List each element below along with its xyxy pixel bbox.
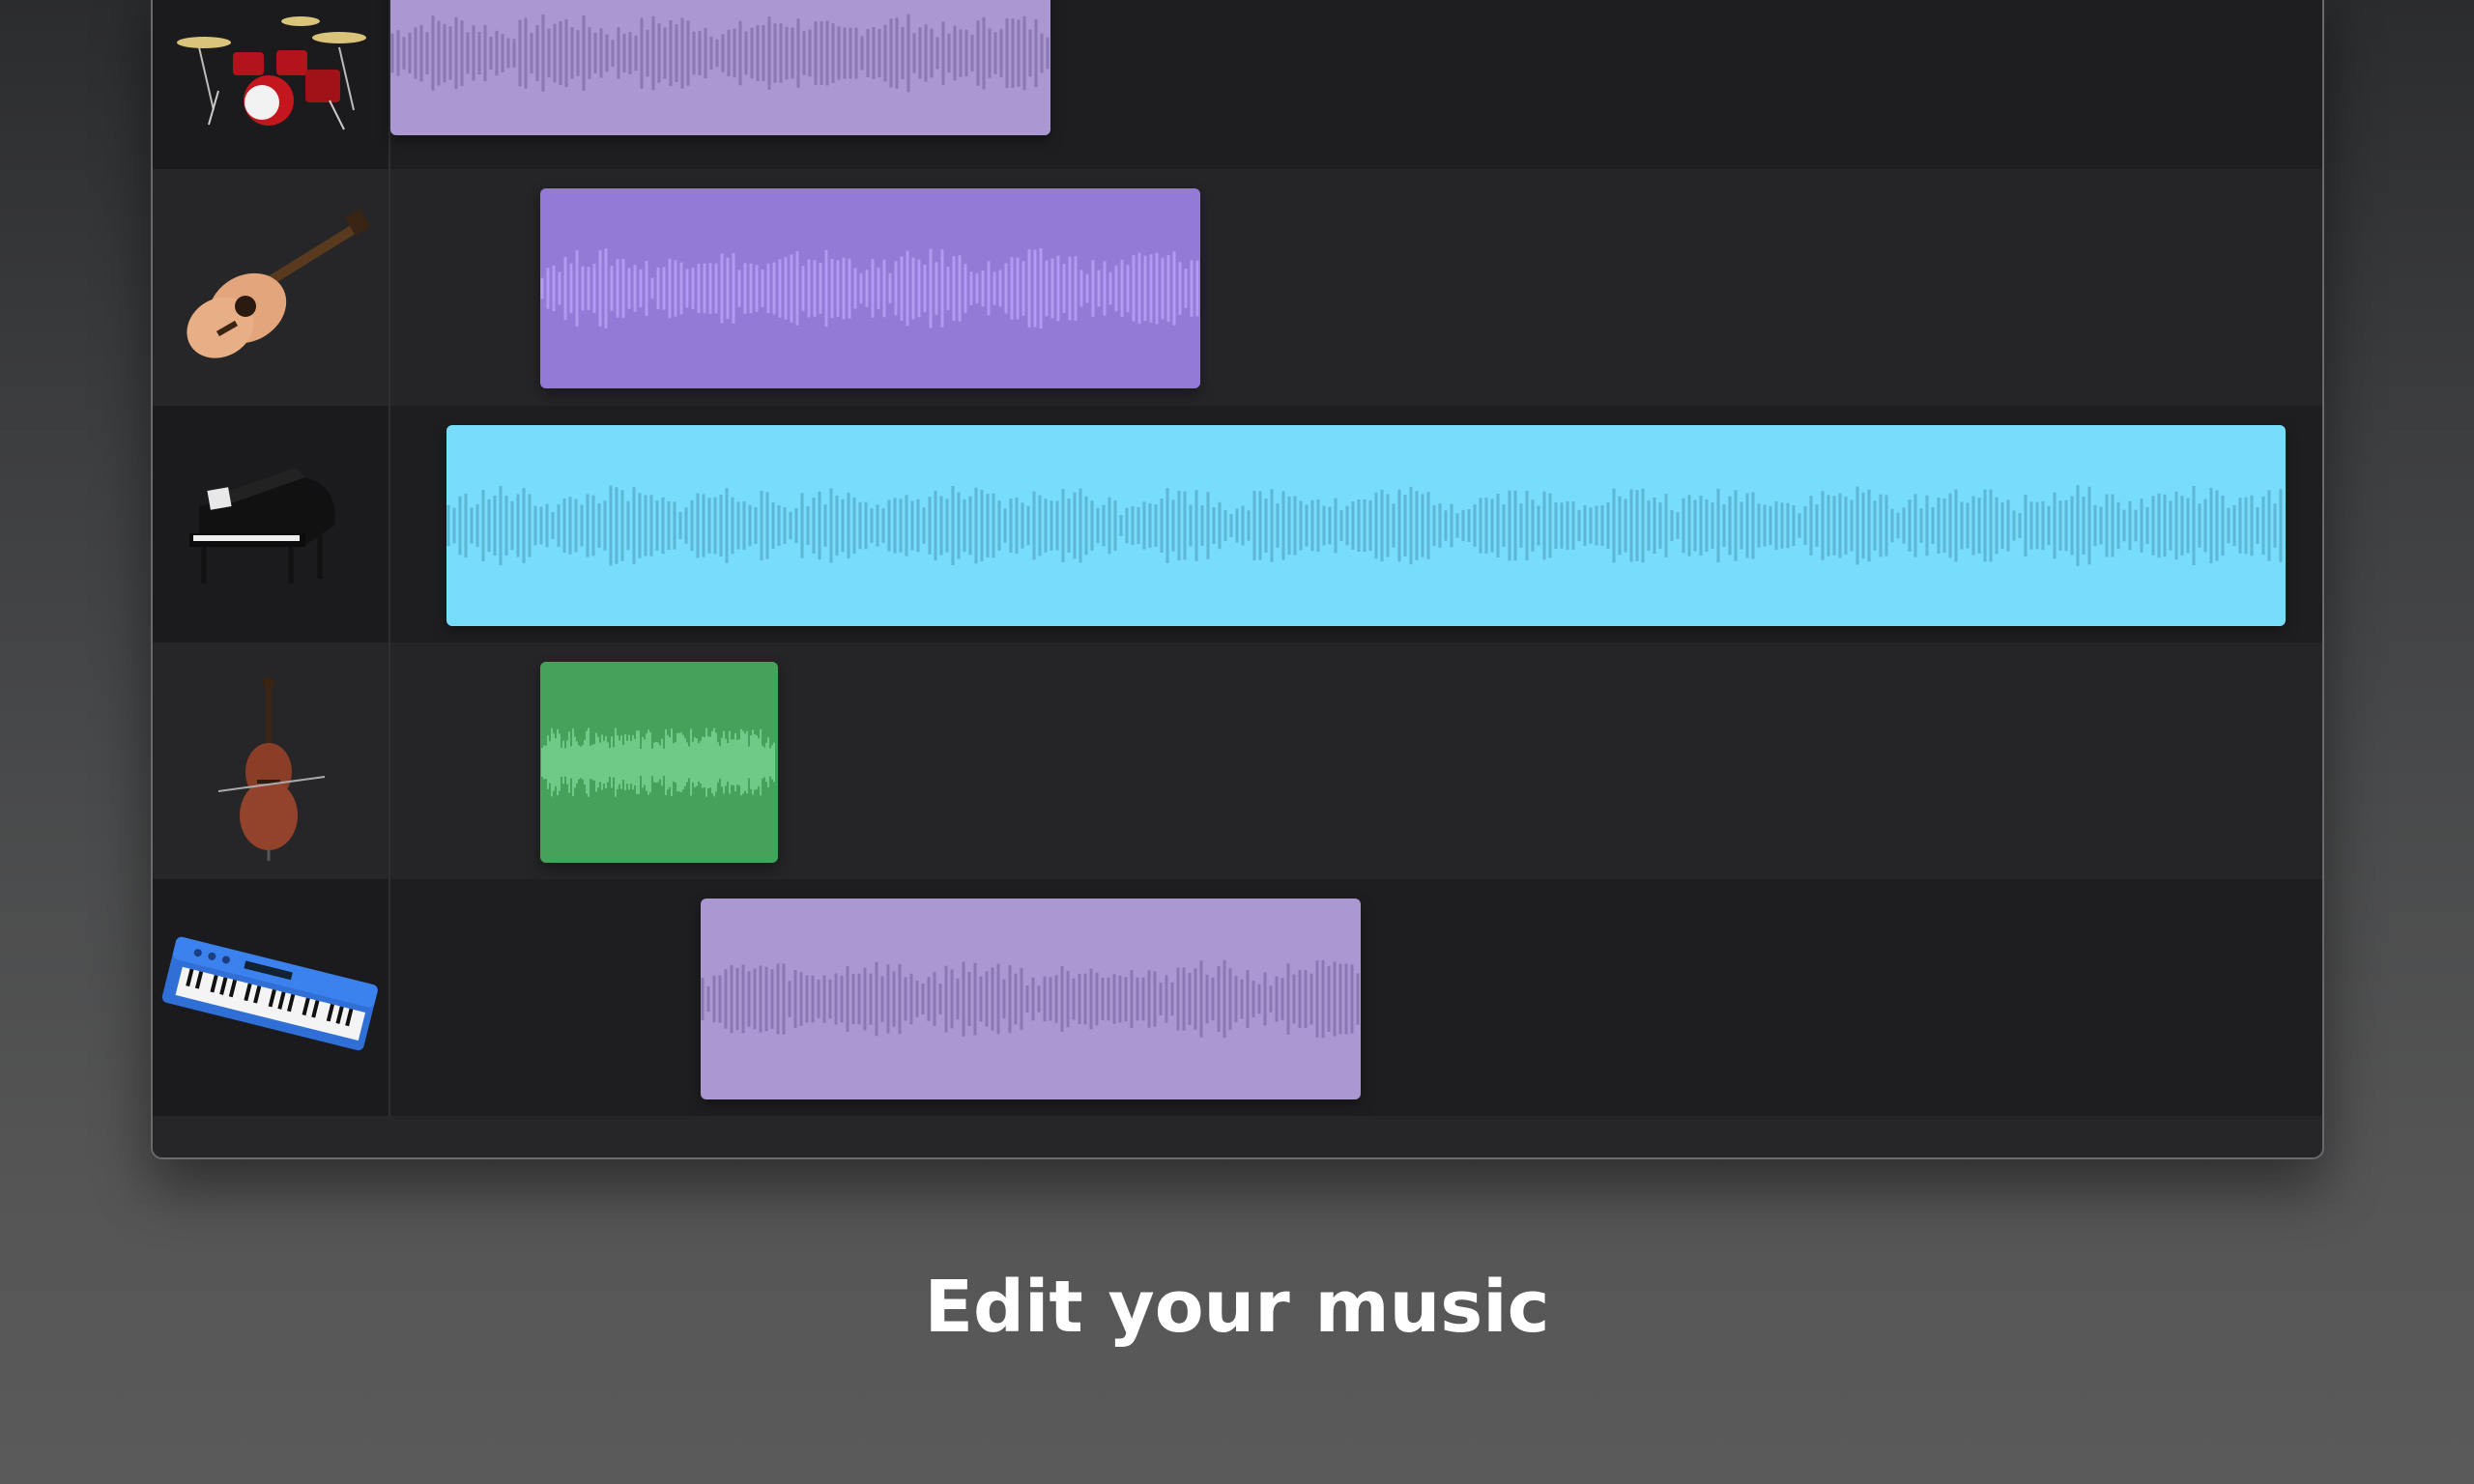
- audio-region[interactable]: [390, 0, 1050, 135]
- track-row-drums[interactable]: [153, 0, 2322, 169]
- waveform: [390, 14, 1050, 93]
- track-header[interactable]: [153, 169, 390, 406]
- audio-region[interactable]: [540, 662, 778, 863]
- drum-kit-icon: [177, 16, 366, 130]
- audio-region[interactable]: [701, 899, 1361, 1099]
- audio-region[interactable]: [446, 425, 2286, 626]
- track-row-piano[interactable]: [153, 406, 2322, 642]
- track-row-synth[interactable]: [153, 879, 2322, 1116]
- acoustic-guitar-icon: [187, 210, 370, 358]
- track-row-cello[interactable]: [153, 642, 2322, 879]
- synth-keyboard-icon: [161, 936, 378, 1051]
- empty-track-area: [153, 1116, 2322, 1157]
- track-header[interactable]: [153, 406, 390, 642]
- waveform: [701, 959, 1360, 1039]
- waveform: [446, 485, 2283, 566]
- waveform: [541, 728, 775, 797]
- track-header[interactable]: [153, 0, 390, 169]
- cello-icon: [217, 677, 326, 861]
- track-header[interactable]: [153, 642, 390, 879]
- track-header[interactable]: [153, 879, 390, 1116]
- waveform: [540, 247, 1199, 329]
- grand-piano-icon: [189, 468, 335, 584]
- arrangement-window: [151, 0, 2324, 1159]
- audio-region[interactable]: [540, 188, 1200, 388]
- caption-title: Edit your music: [924, 1266, 1550, 1349]
- track-row-guitar[interactable]: [153, 169, 2322, 406]
